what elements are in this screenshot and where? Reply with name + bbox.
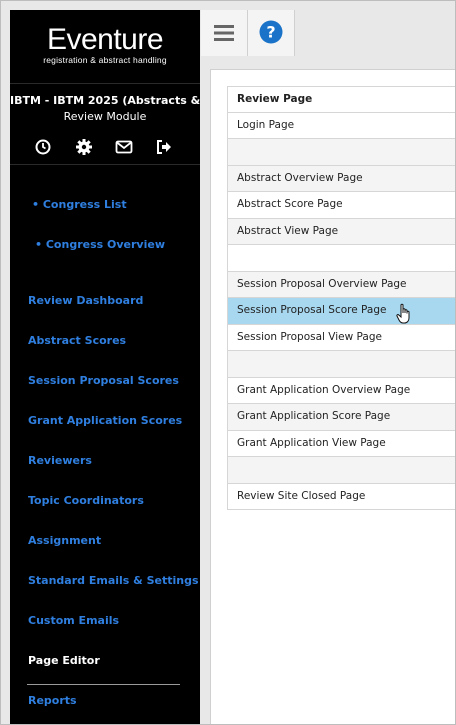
sidebar-item-standard-emails-settings[interactable]: Standard Emails & Settings [28, 574, 199, 587]
hand-cursor-icon [396, 303, 410, 324]
table-row-spacer [227, 245, 455, 272]
sidebar-item-custom-emails[interactable]: Custom Emails [28, 614, 119, 627]
sidebar-item-reports[interactable]: Reports [28, 694, 77, 707]
table-row[interactable]: Grant Application View Page [227, 430, 455, 457]
table-row[interactable]: Session Proposal Overview Page [227, 271, 455, 298]
sidebar-item-review-dashboard[interactable]: Review Dashboard [28, 294, 143, 307]
clock-icon[interactable] [34, 138, 52, 156]
sidebar-item-abstract-scores[interactable]: Abstract Scores [28, 334, 126, 347]
table-row-spacer [227, 351, 455, 378]
quick-icons [26, 138, 186, 158]
envelope-icon[interactable] [115, 138, 133, 156]
app-window: Eventure registration & abstract handlin… [0, 0, 456, 725]
table-row[interactable]: Login Page [227, 112, 455, 139]
table-header: Review Page [227, 86, 455, 113]
table-row[interactable]: Abstract Overview Page [227, 165, 455, 192]
divider [10, 164, 200, 165]
table-row[interactable]: Review Site Closed Page [227, 483, 455, 510]
logo-text: Eventure [46, 23, 164, 56]
logo: Eventure registration & abstract handlin… [10, 23, 200, 66]
sidebar-item-assignment[interactable]: Assignment [28, 534, 101, 547]
sidebar-item-reviewers[interactable]: Reviewers [28, 454, 92, 467]
sidebar-item-session-proposal-scores[interactable]: Session Proposal Scores [28, 374, 179, 387]
sidebar-link-congress-list[interactable]: • Congress List [32, 198, 127, 211]
logout-icon[interactable] [155, 138, 173, 156]
table-row[interactable]: Grant Application Overview Page [227, 377, 455, 404]
table-row-label: Session Proposal Score Page [237, 304, 387, 316]
svg-text:?: ? [266, 23, 275, 42]
module-title: Review Module [63, 110, 147, 123]
sidebar-item-topic-coordinators[interactable]: Topic Coordinators [28, 494, 144, 507]
sidebar-item-page-editor[interactable]: Page Editor [28, 654, 100, 667]
table-row-selected[interactable]: Session Proposal Score Page [227, 298, 455, 325]
hamburger-icon [214, 25, 234, 41]
table-row[interactable]: Abstract View Page [227, 218, 455, 245]
active-item-underline [27, 684, 180, 685]
sidebar-item-grant-application-scores[interactable]: Grant Application Scores [28, 414, 182, 427]
sidebar-link-congress-overview[interactable]: • Congress Overview [35, 238, 165, 251]
main-content: Review Page Login Page Abstract Overview… [210, 69, 455, 724]
table-row-spacer [227, 457, 455, 484]
help-button[interactable]: ? [248, 10, 295, 56]
event-title: IBTM - IBTM 2025 (Abstracts & Par... [10, 94, 200, 107]
page-list-table: Review Page Login Page Abstract Overview… [227, 86, 455, 510]
gear-icon[interactable] [75, 138, 93, 156]
table-row[interactable]: Grant Application Score Page [227, 404, 455, 431]
menu-toggle-button[interactable] [201, 10, 248, 56]
table-row[interactable]: Session Proposal View Page [227, 324, 455, 351]
logo-tagline: registration & abstract handling [43, 55, 167, 65]
table-row-spacer [227, 139, 455, 166]
table-row[interactable]: Abstract Score Page [227, 192, 455, 219]
divider [10, 83, 200, 84]
help-icon: ? [259, 20, 283, 44]
sidebar: Eventure registration & abstract handlin… [10, 10, 200, 724]
